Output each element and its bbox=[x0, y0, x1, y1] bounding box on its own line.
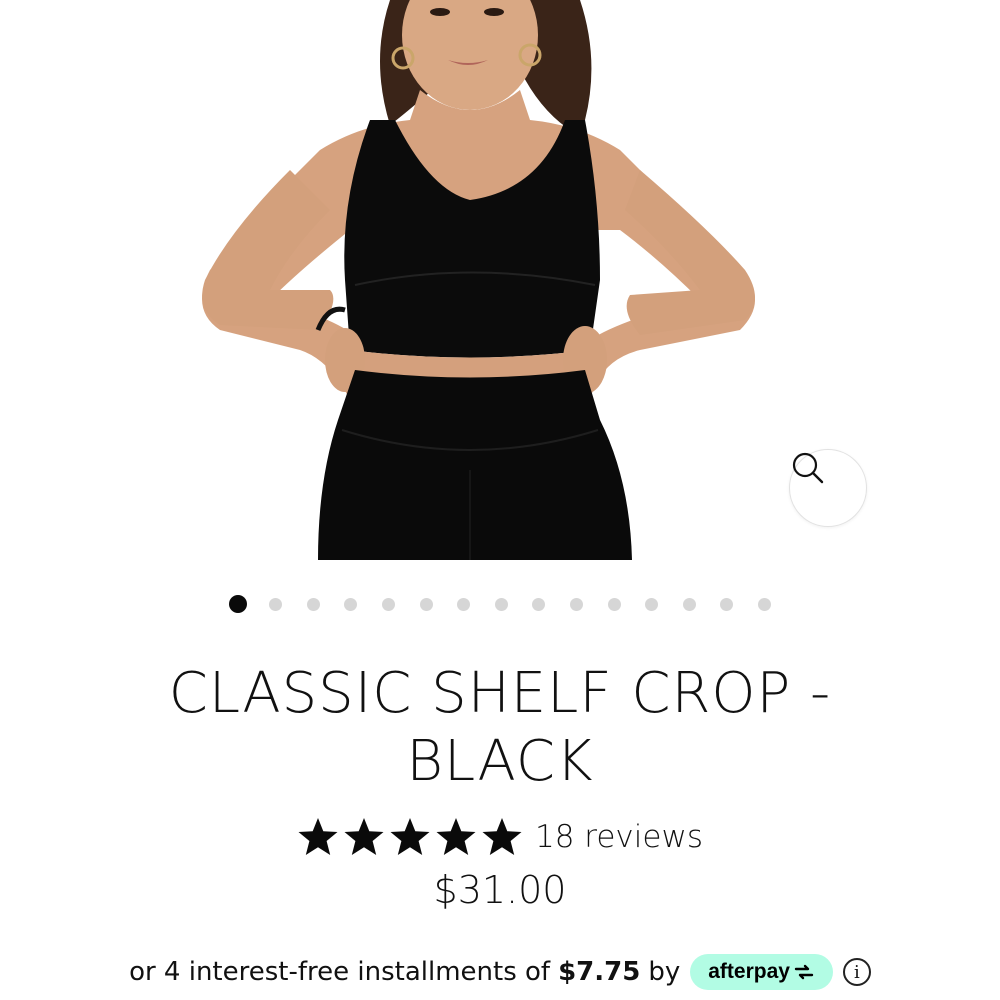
star-icon bbox=[436, 818, 476, 855]
product-image[interactable] bbox=[0, 0, 1000, 560]
zoom-button[interactable] bbox=[789, 449, 867, 527]
carousel-dot[interactable] bbox=[269, 598, 283, 611]
product-title-line1: CLASSIC SHELF CROP - bbox=[168, 661, 832, 726]
product-price: $31.00 bbox=[433, 868, 567, 912]
info-icon[interactable]: i bbox=[842, 958, 871, 986]
carousel-dot[interactable] bbox=[419, 598, 433, 611]
carousel-dot[interactable] bbox=[757, 598, 771, 611]
carousel-pagination bbox=[0, 593, 1000, 615]
product-title-line2: BLACK bbox=[406, 729, 594, 794]
afterpay-amount: $7.75 bbox=[558, 957, 641, 987]
carousel-dot[interactable] bbox=[720, 598, 734, 611]
afterpay-brand: afterpay bbox=[708, 960, 790, 983]
carousel-dot[interactable] bbox=[682, 598, 696, 611]
carousel-dot[interactable] bbox=[306, 598, 320, 611]
star-icon bbox=[298, 818, 338, 855]
product-rating: 18 reviews bbox=[0, 813, 1000, 861]
carousel-dot[interactable] bbox=[569, 598, 583, 611]
product-title: CLASSIC SHELF CROP - BLACK bbox=[0, 660, 1000, 796]
star-icon bbox=[344, 818, 384, 855]
carousel-dot[interactable] bbox=[532, 598, 546, 611]
afterpay-by: by bbox=[648, 957, 681, 987]
afterpay-badge[interactable]: afterpay bbox=[690, 954, 833, 990]
star-icon bbox=[482, 818, 522, 855]
carousel-dot[interactable] bbox=[457, 598, 471, 611]
carousel-dot[interactable] bbox=[645, 598, 659, 611]
reviews-link[interactable]: 18 reviews bbox=[535, 819, 703, 855]
carousel-dot[interactable] bbox=[381, 598, 395, 611]
carousel-dot[interactable] bbox=[229, 595, 247, 613]
afterpay-logo-icon bbox=[794, 964, 814, 980]
carousel-dot[interactable] bbox=[494, 598, 508, 611]
star-rating bbox=[297, 816, 523, 858]
carousel-dot[interactable] bbox=[607, 598, 621, 611]
carousel-dot[interactable] bbox=[344, 598, 358, 611]
magnifier-icon bbox=[792, 452, 824, 484]
afterpay-installments: or 4 interest-free installments of $7.75… bbox=[0, 950, 1000, 994]
star-icon bbox=[390, 818, 430, 855]
afterpay-prefix: or 4 interest-free installments of bbox=[129, 957, 551, 987]
